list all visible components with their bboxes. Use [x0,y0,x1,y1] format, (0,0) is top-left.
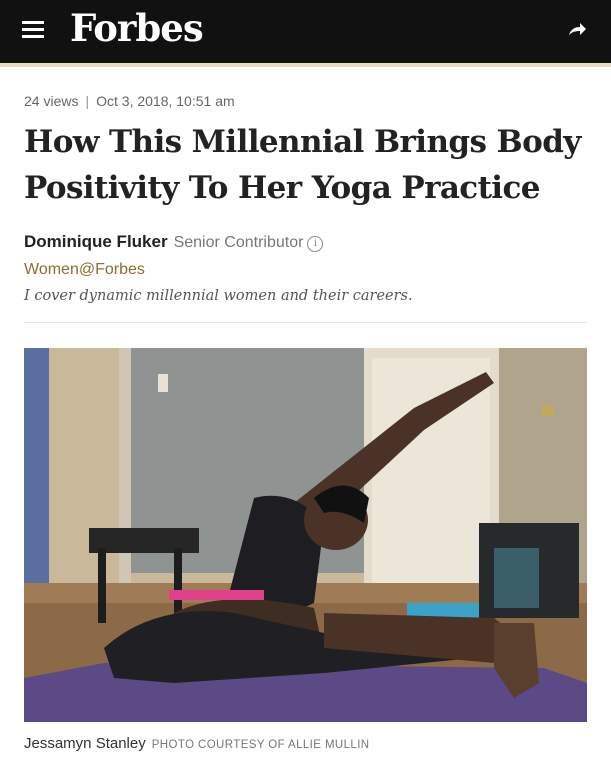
photo-credit: PHOTO COURTESY OF ALLIE MULLIN [151,739,370,751]
author-byline: Dominique Fluker Senior Contributor i [24,232,324,252]
article-meta: 24 views | Oct 3, 2018, 10:51 am [24,93,235,109]
article-hero-photo [24,348,587,722]
author-name-link[interactable]: Dominique Fluker [24,232,168,251]
top-navigation-bar: Forbes [0,0,611,63]
yoga-photo-illustration [24,348,587,722]
publish-date: Oct 3, 2018, 10:51 am [96,93,235,109]
divider [24,322,587,323]
author-bio: I cover dynamic millennial women and the… [24,288,413,304]
photo-caption: Jessamyn Stanley PHOTO COURTESY OF ALLIE … [24,735,370,752]
article-headline: How This Millennial Brings Body Positivi… [24,124,581,206]
share-arrow-icon[interactable] [566,18,588,40]
channel-link[interactable]: Women@Forbes [24,261,145,279]
forbes-logo[interactable]: Forbes [70,6,204,50]
info-icon[interactable]: i [307,236,324,252]
meta-separator: | [85,93,90,109]
caption-subject: Jessamyn Stanley [24,735,146,752]
hamburger-menu-icon[interactable] [22,18,46,42]
author-role: Senior Contributor [173,234,304,251]
header-accent-rule [0,63,611,67]
view-count: 24 views [24,93,79,109]
